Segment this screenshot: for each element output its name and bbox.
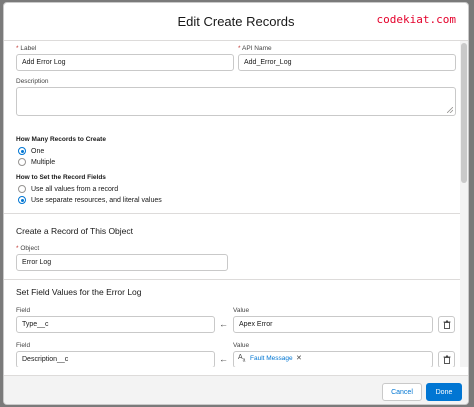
divider [4,213,462,214]
field-label: Field [16,342,31,349]
how-to-set-title: How to Set the Record Fields [16,174,106,181]
label-field-label: * Label [16,45,37,52]
radio-label: One [31,147,45,155]
radio-separate-resources[interactable]: Use separate resources, and literal valu… [18,196,162,204]
radio-button[interactable] [18,147,26,155]
radio-one[interactable]: One [18,147,44,155]
arrow-left-icon: ← [219,319,228,329]
radio-button[interactable] [18,196,26,204]
field-input-description[interactable]: Description__c [16,351,215,367]
object-field-label: * Object [16,245,40,252]
value-resource-input[interactable]: Aa Fault Message ✕ [233,351,433,367]
value-input-type[interactable]: Apex Error [233,316,433,333]
done-button[interactable]: Done [426,383,462,401]
arrow-left-icon: ← [219,354,228,364]
cancel-button[interactable]: Cancel [382,383,422,401]
edit-create-records-modal: Edit Create Records codekiat.com * Label… [3,2,469,405]
trash-icon [443,355,450,364]
scrollbar-thumb[interactable] [461,43,467,183]
radio-button[interactable] [18,185,26,193]
modal-body: * Label Add Error Log * API Name Add_Err… [4,41,468,367]
description-textarea[interactable] [16,87,456,116]
field-label: Field [16,307,31,314]
object-input[interactable]: Error Log [16,254,228,271]
field-values-title: Set Field Values for the Error Log [16,287,142,297]
modal-footer: Cancel Done [4,375,468,404]
body-scrollbar[interactable] [460,41,468,367]
resize-grip-icon[interactable] [447,107,453,113]
delete-row-button[interactable] [438,351,455,367]
brand-watermark: codekiat.com [376,13,456,26]
create-section-title: Create a Record of This Object [16,226,134,236]
radio-use-all-values[interactable]: Use all values from a record [18,185,118,193]
how-many-title: How Many Records to Create [16,136,106,143]
modal-header: Edit Create Records codekiat.com [4,3,468,41]
value-label: Value [233,307,250,314]
close-icon[interactable]: ✕ [296,354,302,362]
radio-label: Multiple [31,158,56,166]
label-input[interactable]: Add Error Log [16,54,234,71]
api-name-input[interactable]: Add_Error_Log [238,54,456,71]
radio-label: Use separate resources, and literal valu… [31,196,162,204]
radio-button[interactable] [18,158,26,166]
description-field-label: Description [16,78,49,85]
api-name-field-label: * API Name [238,45,272,52]
value-label: Value [233,342,250,349]
radio-multiple[interactable]: Multiple [18,158,55,166]
delete-row-button[interactable] [438,316,455,333]
radio-label: Use all values from a record [31,185,119,193]
text-resource-icon: Aa [238,354,246,364]
trash-icon [443,320,450,329]
resource-pill[interactable]: Fault Message [250,355,293,362]
field-input-type[interactable]: Type__c [16,316,215,333]
divider [4,279,462,280]
